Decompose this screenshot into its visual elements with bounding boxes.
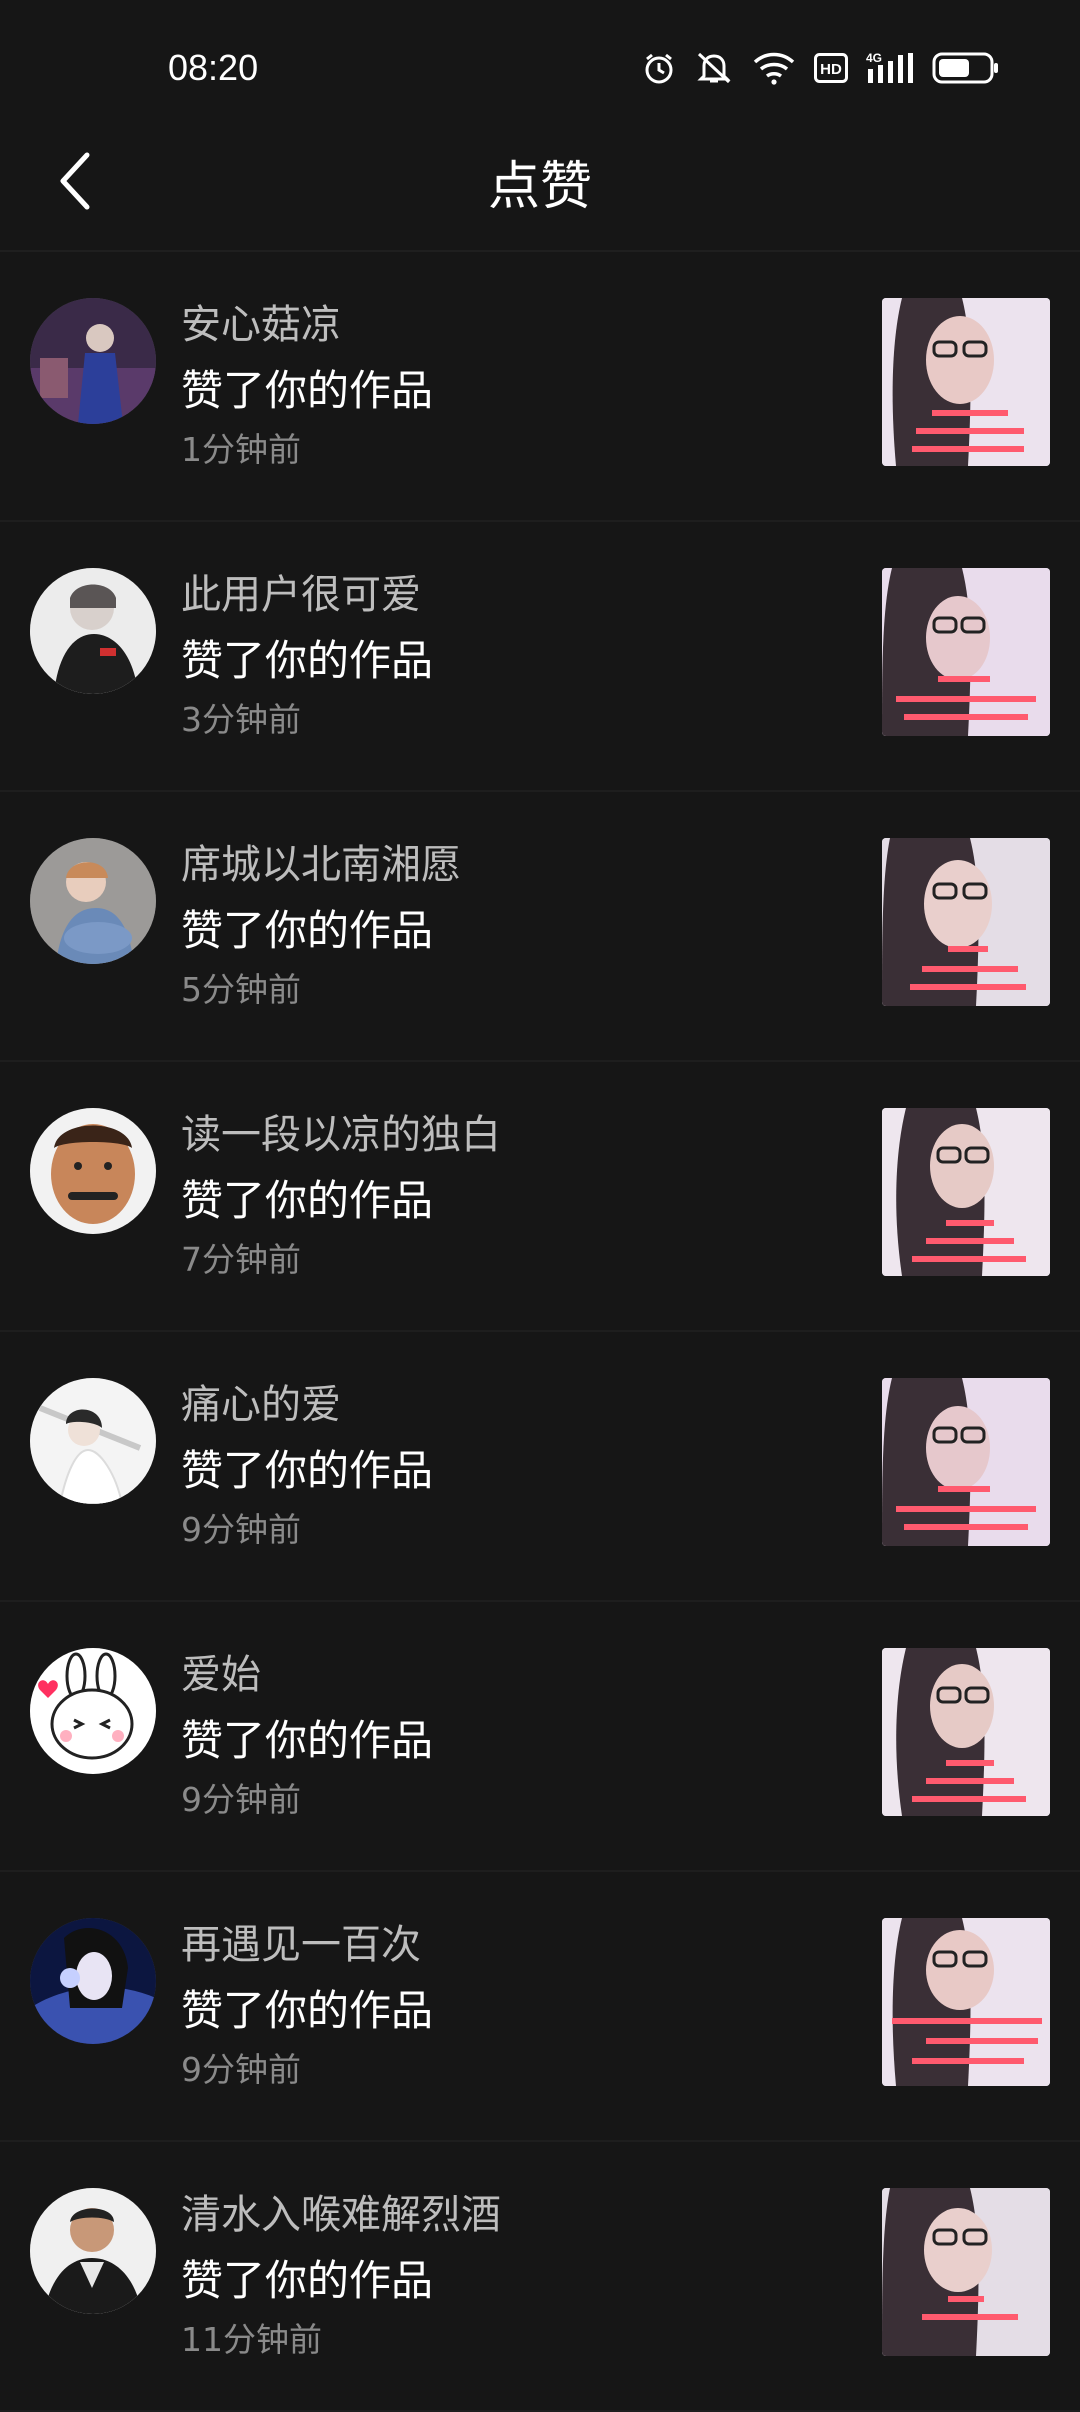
action-text: 赞了你的作品 [181,1446,434,1495]
user-name[interactable]: 痛心的爱 [181,1380,433,1430]
time-text: 11分钟前 [181,2320,322,2359]
work-thumbnail[interactable] [882,298,1050,466]
user-name[interactable]: 此用户很可爱 [181,570,433,620]
avatar[interactable] [30,2188,156,2314]
status-bar: 08:20 HD 4G [0,0,1080,120]
list-item[interactable]: 读一段以凉的独白 赞了你的作品 7分钟前 [0,1062,1080,1332]
action-text: 赞了你的作品 [181,1986,434,2035]
status-icons: HD 4G [642,46,1000,90]
list-item[interactable]: 再遇见一百次 赞了你的作品 9分钟前 [0,1872,1080,2142]
time-text: 9分钟前 [181,2050,301,2089]
user-name[interactable]: 爱始 [181,1650,433,1700]
mute-icon [694,50,734,86]
signal-4g-icon: 4G [866,51,914,85]
user-name[interactable]: 再遇见一百次 [181,1920,433,1970]
user-name[interactable]: 读一段以凉的独白 [181,1110,501,1160]
work-thumbnail[interactable] [882,568,1050,736]
list-item[interactable]: 此用户很可爱 赞了你的作品 3分钟前 [0,522,1080,792]
wifi-icon [752,51,796,85]
avatar[interactable] [30,1108,156,1234]
page-title: 点赞 [487,157,592,217]
list-item[interactable]: 席城以北南湘愿 赞了你的作品 5分钟前 [0,792,1080,1062]
work-thumbnail[interactable] [882,1918,1050,2086]
avatar[interactable] [30,1648,156,1774]
avatar[interactable] [30,838,156,964]
list-item[interactable]: 爱始 赞了你的作品 9分钟前 [0,1602,1080,1872]
time-text: 9分钟前 [181,1780,301,1819]
list-item[interactable]: 安心菇凉 赞了你的作品 1分钟前 [0,252,1080,522]
action-text: 赞了你的作品 [181,906,434,955]
action-text: 赞了你的作品 [181,1716,434,1765]
svg-text:4G: 4G [866,51,882,65]
work-thumbnail[interactable] [882,1648,1050,1816]
list-item[interactable]: 清水入喉难解烈酒 赞了你的作品 11分钟前 [0,2142,1080,2412]
avatar[interactable] [30,1378,156,1504]
avatar[interactable] [30,1918,156,2044]
user-name[interactable]: 席城以北南湘愿 [181,840,461,890]
time-text: 3分钟前 [181,700,301,739]
time-text: 5分钟前 [181,970,301,1009]
header-bar: 点赞 [0,120,1080,252]
action-text: 赞了你的作品 [181,1176,434,1225]
time-text: 1分钟前 [181,430,301,469]
hd-icon: HD [814,53,848,83]
action-text: 赞了你的作品 [181,636,434,685]
time-text: 7分钟前 [181,1240,301,1279]
work-thumbnail[interactable] [882,838,1050,1006]
avatar[interactable] [30,568,156,694]
time-text: 9分钟前 [181,1510,301,1549]
alarm-icon [642,51,676,85]
like-list: 安心菇凉 赞了你的作品 1分钟前 此用户很可爱 赞了你的作品 3分钟前 席城以北… [0,252,1080,2412]
status-time: 08:20 [168,47,259,88]
work-thumbnail[interactable] [882,1108,1050,1276]
avatar[interactable] [30,298,156,424]
action-text: 赞了你的作品 [181,2256,434,2305]
user-name[interactable]: 安心菇凉 [181,300,433,350]
work-thumbnail[interactable] [882,1378,1050,1546]
battery-icon [932,51,1000,85]
user-name[interactable]: 清水入喉难解烈酒 [181,2190,501,2240]
work-thumbnail[interactable] [882,2188,1050,2356]
svg-text:HD: HD [820,61,842,78]
action-text: 赞了你的作品 [181,366,434,415]
list-item[interactable]: 痛心的爱 赞了你的作品 9分钟前 [0,1332,1080,1602]
